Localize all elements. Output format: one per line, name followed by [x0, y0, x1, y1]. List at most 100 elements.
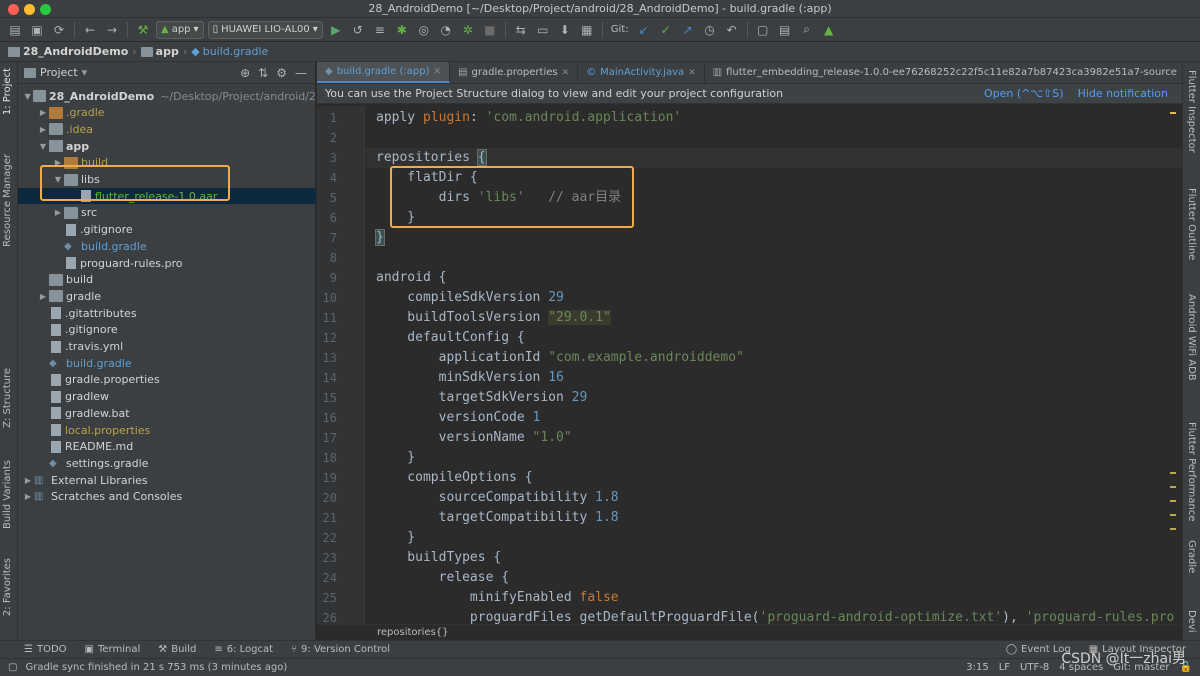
tool-tab-android-wifi-adb[interactable]: Android WiFi ADB — [1186, 294, 1197, 381]
code-line[interactable]: targetCompatibility 1.8 — [376, 508, 619, 528]
code-line[interactable]: } — [375, 228, 385, 248]
tool-tab-project[interactable]: 1: Project — [2, 68, 13, 115]
tree-item[interactable]: ▶ build — [18, 155, 316, 171]
git-update-icon[interactable]: ↙ — [635, 21, 653, 39]
todo-tool-button[interactable]: ☰ TODO — [24, 644, 67, 655]
expand-arrow-icon[interactable]: ▼ — [37, 142, 49, 151]
forward-icon[interactable]: → — [103, 21, 121, 39]
code-line[interactable]: versionName "1.0" — [376, 428, 572, 448]
tool-tab-flutter-performance[interactable]: Flutter Performance — [1186, 422, 1197, 522]
tree-item[interactable]: README.md — [18, 439, 316, 455]
sync-gradle-icon[interactable]: ⇆ — [512, 21, 530, 39]
tool-tab-favorites[interactable]: 2: Favorites — [2, 558, 13, 616]
code-line[interactable]: compileOptions { — [376, 468, 532, 488]
version-control-tool-button[interactable]: ⑂ 9: Version Control — [291, 644, 390, 655]
close-icon[interactable]: ✕ — [434, 67, 442, 77]
code-line[interactable]: buildTypes { — [376, 548, 501, 568]
run-icon[interactable]: ▶ — [327, 21, 345, 39]
tree-item[interactable]: proguard-rules.pro — [18, 255, 316, 271]
tree-item[interactable]: .gitignore — [18, 322, 316, 338]
code-line[interactable]: versionCode 1 — [376, 408, 541, 428]
presentation-icon[interactable]: ▢ — [754, 21, 772, 39]
editor-tab[interactable]: ◆ build.gradle (:app) ✕ — [317, 62, 451, 83]
tree-item[interactable]: ◆ settings.gradle — [18, 455, 316, 471]
caret-position[interactable]: 3:15 — [966, 662, 988, 673]
build-tool-button[interactable]: ⚒ Build — [158, 644, 196, 655]
stop-icon[interactable]: ■ — [481, 21, 499, 39]
tool-tab-device[interactable]: Devi — [1186, 610, 1197, 633]
editor-tab[interactable]: © MainActivity.java ✕ — [578, 62, 705, 83]
tree-item[interactable]: ▼ app — [18, 138, 316, 154]
apply-code-changes-icon[interactable]: ≡ — [371, 21, 389, 39]
hide-icon[interactable]: — — [295, 66, 307, 80]
editor-breadcrumb[interactable]: repositories{} — [317, 624, 1182, 640]
tree-item[interactable]: gradle.properties — [18, 372, 316, 388]
status-toggle-icon[interactable]: ▢ — [8, 662, 17, 673]
locate-icon[interactable]: ⊕ — [240, 66, 250, 80]
tree-item[interactable]: ▼ libs — [18, 172, 316, 188]
code-line[interactable]: } — [376, 448, 415, 468]
code-line[interactable]: repositories { — [366, 148, 1182, 168]
collapse-arrow-icon[interactable]: ▶ — [22, 492, 34, 501]
close-icon[interactable]: ✕ — [562, 68, 570, 78]
coverage-icon[interactable]: ◎ — [415, 21, 433, 39]
attach-debugger-icon[interactable]: ✲ — [459, 21, 477, 39]
tree-item[interactable]: ▶ src — [18, 205, 316, 221]
code-line[interactable]: minSdkVersion 16 — [376, 368, 564, 388]
tree-item[interactable]: flutter_release-1.0.aar — [18, 188, 316, 205]
back-icon[interactable]: ← — [81, 21, 99, 39]
code-line[interactable]: proguardFiles getDefaultProguardFile('pr… — [376, 608, 1174, 624]
collapse-arrow-icon[interactable]: ▶ — [52, 208, 64, 217]
tool-tab-gradle[interactable]: Gradle — [1186, 540, 1197, 573]
expand-arrow-icon[interactable]: ▼ — [52, 175, 64, 184]
terminal-tool-button[interactable]: ▣ Terminal — [85, 644, 141, 655]
tree-item[interactable]: ◆ build.gradle — [18, 238, 316, 254]
sync-icon[interactable]: ⟳ — [50, 21, 68, 39]
avd-manager-icon[interactable]: ▭ — [534, 21, 552, 39]
code-line[interactable]: apply plugin: 'com.android.application' — [376, 108, 681, 128]
tree-item[interactable]: ▶ .gradle — [18, 105, 316, 121]
code-line[interactable]: applicationId "com.example.androiddemo" — [376, 348, 744, 368]
debug-icon[interactable]: ✱ — [393, 21, 411, 39]
logcat-tool-button[interactable]: ≡ 6: Logcat — [214, 644, 273, 655]
tool-tab-resource-manager[interactable]: Resource Manager — [2, 154, 13, 247]
expand-arrow-icon[interactable]: ▼ — [22, 92, 33, 101]
tree-item[interactable]: ▶ .idea — [18, 121, 316, 137]
editor-tab[interactable]: ▥ flutter_embedding_release-1.0.0-ee76268… — [705, 62, 1198, 83]
breadcrumb-project[interactable]: 28_AndroidDemo — [8, 45, 128, 58]
tree-item[interactable]: build — [18, 272, 316, 288]
tree-item[interactable]: ▶ ▥ Scratches and Consoles — [18, 489, 316, 505]
open-folder-icon[interactable]: ▤ — [6, 21, 24, 39]
tree-item[interactable]: gradlew.bat — [18, 405, 316, 421]
layout-inspector-icon[interactable]: ▦ — [578, 21, 596, 39]
code-line[interactable]: release { — [376, 568, 509, 588]
tree-item[interactable]: local.properties — [18, 422, 316, 438]
tree-item[interactable]: ◆ build.gradle — [18, 355, 316, 371]
tree-item[interactable]: .gitignore — [18, 222, 316, 238]
code-line[interactable]: minifyEnabled false — [376, 588, 619, 608]
tree-item[interactable]: ▼ 28_AndroidDemo ~/Desktop/Project/android… — [18, 88, 316, 104]
collapse-arrow-icon[interactable]: ▶ — [52, 158, 64, 167]
git-push-icon[interactable]: ↗ — [679, 21, 697, 39]
terminal-icon[interactable]: ▤ — [776, 21, 794, 39]
tree-item[interactable]: .travis.yml — [18, 339, 316, 355]
tree-item[interactable]: ▶ ▥ External Libraries — [18, 472, 316, 488]
tool-tab-flutter-inspector[interactable]: Flutter Inspector — [1186, 70, 1197, 153]
code-line[interactable]: dirs 'libs' // aar目录 — [376, 188, 622, 208]
tree-item[interactable]: gradlew — [18, 389, 316, 405]
tool-tab-structure[interactable]: Z: Structure — [2, 368, 13, 428]
run-config-select[interactable]: ▲ app ▾ — [156, 20, 204, 39]
code-line[interactable]: flatDir { — [376, 168, 477, 188]
line-separator[interactable]: LF — [999, 662, 1010, 673]
close-icon[interactable]: ✕ — [688, 68, 696, 78]
apply-changes-icon[interactable]: ↺ — [349, 21, 367, 39]
git-rollback-icon[interactable]: ↶ — [723, 21, 741, 39]
save-icon[interactable]: ▣ — [28, 21, 46, 39]
tree-item[interactable]: .gitattributes — [18, 305, 316, 321]
line-gutter[interactable]: 1 2 3 4 5 6 7 8 9 10 11 12 13 14 15 16 17 18 19 20 21 22 23 24 2… — [317, 106, 365, 624]
open-project-structure-link[interactable]: Open (^⌥⇧S) — [984, 87, 1064, 100]
collapse-arrow-icon[interactable]: ▶ — [37, 108, 49, 117]
chevron-down-icon[interactable]: ▾ — [82, 66, 88, 79]
git-history-icon[interactable]: ◷ — [701, 21, 719, 39]
android-icon[interactable]: ▲ — [820, 21, 838, 39]
